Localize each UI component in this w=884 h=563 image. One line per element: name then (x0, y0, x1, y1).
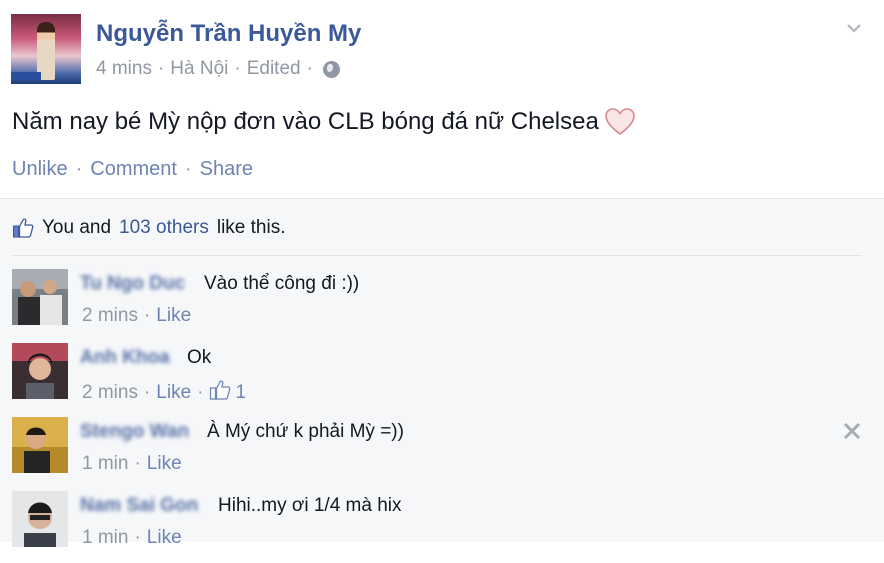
unlike-link[interactable]: Unlike (12, 158, 68, 181)
meta-separator: · (143, 305, 151, 326)
author-name[interactable]: Nguyễn Trần Huyền My (96, 20, 361, 48)
likes-others-link[interactable]: 103 others (119, 217, 209, 239)
action-separator: · (184, 158, 192, 180)
heart-icon (605, 108, 635, 136)
post-meta: 4 mins · Hà Nội · Edited · (96, 58, 340, 80)
commenter-avatar[interactable] (12, 343, 68, 399)
meta-separator: · (134, 527, 141, 548)
like-count: 1 (235, 382, 247, 403)
comment-like-link[interactable]: Like (147, 453, 182, 475)
author-avatar[interactable] (11, 14, 81, 84)
action-separator: · (75, 158, 83, 180)
post-location[interactable]: Hà Nội (170, 58, 228, 80)
commenter-avatar[interactable] (12, 269, 68, 325)
comment-item: Anh Khoa Ok 2 mins · Like · 1 (0, 343, 884, 415)
comment-time[interactable]: 2 mins (82, 305, 138, 327)
meta-separator: · (157, 58, 165, 79)
comment-like-link[interactable]: Like (156, 305, 191, 327)
meta-separator: · (143, 382, 151, 403)
post-text: Năm nay bé Mỳ nộp đơn vào CLB bóng đá nữ… (12, 108, 599, 135)
comment-item: Tu Ngo Duc Vào thể công đi :)) 2 mins · … (0, 269, 884, 341)
comment-like-count[interactable]: 1 (209, 379, 246, 407)
commenter-name[interactable]: Nam Sai Gon (80, 495, 198, 517)
commenter-avatar[interactable] (12, 417, 68, 473)
meta-separator: · (234, 58, 241, 79)
comment-meta: 2 mins · Like · 1 (82, 379, 246, 407)
commenter-name[interactable]: Anh Khoa (80, 347, 170, 369)
meta-separator: · (306, 58, 313, 79)
close-icon[interactable] (842, 421, 862, 441)
comment-time[interactable]: 1 min (82, 453, 128, 475)
likes-suffix: like this. (216, 217, 286, 238)
comment-meta: 1 min · Like (82, 453, 182, 475)
comment-time[interactable]: 2 mins (82, 382, 138, 404)
comment-meta: 1 min · Like (82, 527, 182, 549)
commenter-avatar[interactable] (12, 491, 68, 547)
post-card: Nguyễn Trần Huyền My 4 mins · Hà Nội · E… (0, 0, 884, 548)
comment-item: Stengo Wan À Mý chứ k phải Mỳ =)) 1 min … (0, 417, 884, 489)
meta-separator: · (134, 453, 141, 474)
share-link[interactable]: Share (200, 158, 253, 181)
commenter-name[interactable]: Stengo Wan (80, 421, 189, 443)
chevron-down-icon[interactable] (846, 20, 862, 36)
comment-text: Hihi..my ơi 1/4 mà hix (218, 495, 402, 516)
likes-prefix: You and (42, 217, 112, 238)
comments-section: You and 103 others like this. Tu Ngo Duc… (0, 198, 884, 548)
commenter-name[interactable]: Tu Ngo Duc (80, 273, 185, 295)
comment-meta: 2 mins · Like (82, 305, 191, 327)
divider (12, 255, 862, 256)
post-actions: Unlike · Comment · Share (12, 158, 253, 181)
comment-link[interactable]: Comment (90, 158, 177, 181)
post-time[interactable]: 4 mins (96, 58, 152, 80)
meta-separator: · (197, 382, 204, 403)
comment-text: Ok (187, 347, 212, 368)
thumbs-up-icon (209, 379, 231, 407)
comment-text: À Mý chứ k phải Mỳ =)) (207, 421, 404, 442)
comment-time[interactable]: 1 min (82, 527, 128, 549)
post-body: Năm nay bé Mỳ nộp đơn vào CLB bóng đá nữ… (12, 108, 635, 136)
comment-like-link[interactable]: Like (147, 527, 182, 549)
comment-text: Vào thể công đi :)) (204, 273, 360, 294)
comment-item: Nam Sai Gon Hihi..my ơi 1/4 mà hix 1 min… (0, 491, 884, 563)
thumbs-up-icon (12, 217, 34, 239)
likes-summary: You and 103 others like this. (12, 217, 285, 239)
globe-icon[interactable] (322, 60, 340, 78)
comment-like-link[interactable]: Like (156, 382, 191, 404)
post-edited[interactable]: Edited (247, 58, 301, 80)
